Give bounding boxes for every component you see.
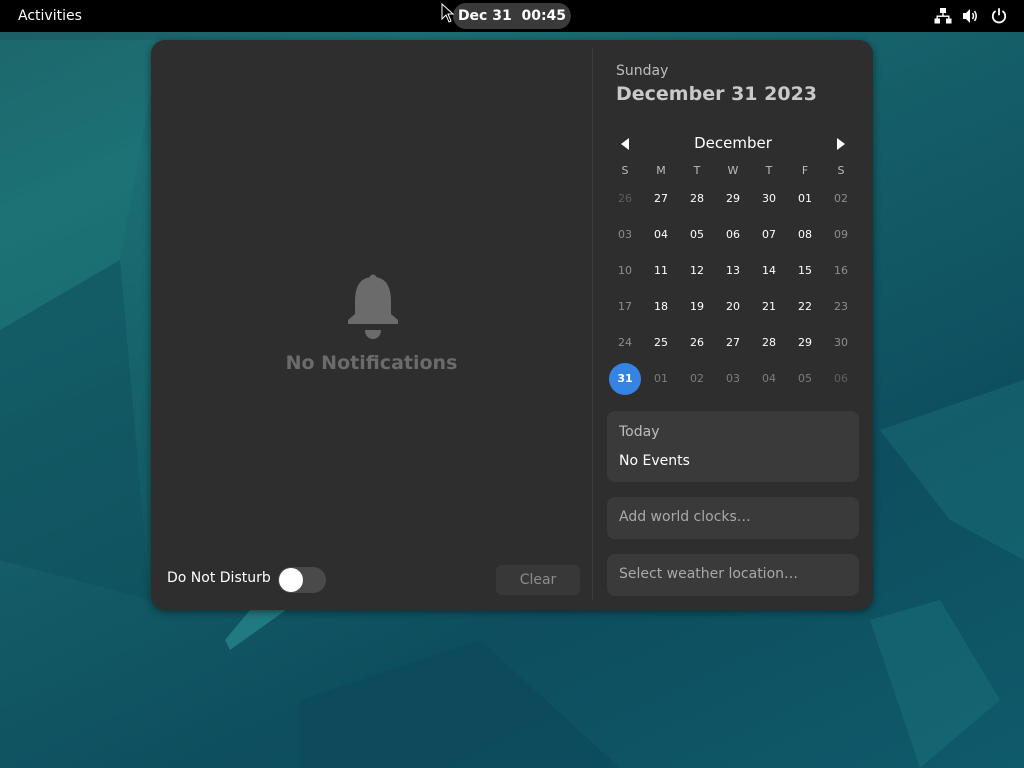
calendar-day[interactable]: 28 bbox=[681, 183, 713, 215]
calendar-day[interactable]: 07 bbox=[753, 219, 785, 251]
calendar-day[interactable]: 05 bbox=[789, 363, 821, 395]
no-notifications-text: No Notifications bbox=[285, 352, 458, 374]
mouse-pointer-icon bbox=[441, 3, 455, 23]
calendar-day[interactable]: 20 bbox=[717, 291, 749, 323]
calendar-day[interactable]: 03 bbox=[717, 363, 749, 395]
do-not-disturb-label: Do Not Disturb bbox=[167, 570, 271, 586]
calendar-day[interactable]: 06 bbox=[825, 363, 857, 395]
calendar-day[interactable]: 30 bbox=[825, 327, 857, 359]
weekday-header: F bbox=[801, 164, 809, 177]
calendar-day[interactable]: 02 bbox=[681, 363, 713, 395]
weather-location-button[interactable]: Select weather location… bbox=[607, 554, 859, 596]
calendar-day[interactable]: 04 bbox=[753, 363, 785, 395]
weekday-header: M bbox=[656, 164, 666, 177]
weekday-header: T bbox=[693, 164, 701, 177]
divider bbox=[592, 48, 593, 600]
network-icon[interactable] bbox=[934, 7, 952, 25]
previous-month-icon[interactable] bbox=[614, 133, 636, 155]
weekday-label[interactable]: Sunday bbox=[616, 63, 668, 79]
calendar-day[interactable]: 27 bbox=[645, 183, 677, 215]
calendar-day[interactable]: 03 bbox=[609, 219, 641, 251]
world-clocks-button[interactable]: Add world clocks… bbox=[607, 497, 859, 539]
no-events-text: No Events bbox=[619, 453, 690, 469]
weekday-header: T bbox=[765, 164, 773, 177]
weather-location-label: Select weather location… bbox=[619, 566, 799, 582]
calendar-day[interactable]: 05 bbox=[681, 219, 713, 251]
activities-button[interactable]: Activities bbox=[8, 3, 92, 29]
calendar-day[interactable]: 18 bbox=[645, 291, 677, 323]
calendar-day[interactable]: 09 bbox=[825, 219, 857, 251]
calendar-day[interactable]: 13 bbox=[717, 255, 749, 287]
weekday-header: S bbox=[621, 164, 629, 177]
calendar-day[interactable]: 15 bbox=[789, 255, 821, 287]
calendar-day[interactable]: 17 bbox=[609, 291, 641, 323]
calendar-day[interactable]: 22 bbox=[789, 291, 821, 323]
clock-button[interactable]: Dec 31 00:45 bbox=[453, 3, 571, 29]
calendar-day[interactable]: 01 bbox=[645, 363, 677, 395]
calendar-day[interactable]: 02 bbox=[825, 183, 857, 215]
calendar-day[interactable]: 08 bbox=[789, 219, 821, 251]
calendar-day[interactable]: 01 bbox=[789, 183, 821, 215]
full-date-label[interactable]: December 31 2023 bbox=[616, 83, 817, 105]
calendar-day[interactable]: 25 bbox=[645, 327, 677, 359]
weekday-header: S bbox=[837, 164, 845, 177]
calendar-day[interactable]: 10 bbox=[609, 255, 641, 287]
date-menu: No Notifications Do Not Disturb Clear Su… bbox=[151, 40, 873, 610]
month-label: December bbox=[694, 134, 772, 152]
calendar-day[interactable]: 21 bbox=[753, 291, 785, 323]
calendar-day[interactable]: 31 bbox=[609, 363, 641, 395]
calendar-day[interactable]: 26 bbox=[609, 183, 641, 215]
calendar-day[interactable]: 24 bbox=[609, 327, 641, 359]
power-icon[interactable] bbox=[990, 7, 1008, 25]
volume-icon[interactable] bbox=[962, 7, 980, 25]
calendar-day[interactable]: 29 bbox=[789, 327, 821, 359]
calendar-day[interactable]: 14 bbox=[753, 255, 785, 287]
calendar-day[interactable]: 04 bbox=[645, 219, 677, 251]
do-not-disturb-toggle[interactable] bbox=[278, 567, 326, 593]
toggle-knob bbox=[279, 568, 303, 592]
calendar-day[interactable]: 28 bbox=[753, 327, 785, 359]
calendar-day[interactable]: 16 bbox=[825, 255, 857, 287]
clock-date: Dec 31 bbox=[457, 8, 512, 24]
calendar-day[interactable]: 12 bbox=[681, 255, 713, 287]
bell-icon bbox=[348, 274, 398, 339]
calendar-day[interactable]: 27 bbox=[717, 327, 749, 359]
calendar-day[interactable]: 19 bbox=[681, 291, 713, 323]
calendar-day[interactable]: 30 bbox=[753, 183, 785, 215]
events-heading: Today bbox=[619, 424, 660, 440]
clear-button[interactable]: Clear bbox=[496, 565, 580, 595]
next-month-icon[interactable] bbox=[830, 133, 852, 155]
calendar-day[interactable]: 29 bbox=[717, 183, 749, 215]
weekday-header: W bbox=[727, 164, 739, 177]
clock-time: 00:45 bbox=[521, 8, 567, 24]
calendar-day[interactable]: 11 bbox=[645, 255, 677, 287]
calendar-day[interactable]: 26 bbox=[681, 327, 713, 359]
top-bar: Activities Dec 31 00:45 bbox=[0, 0, 1024, 32]
events-section[interactable]: Today No Events bbox=[607, 411, 859, 482]
world-clocks-label: Add world clocks… bbox=[619, 509, 751, 525]
calendar-day[interactable]: 23 bbox=[825, 291, 857, 323]
calendar-day[interactable]: 06 bbox=[717, 219, 749, 251]
